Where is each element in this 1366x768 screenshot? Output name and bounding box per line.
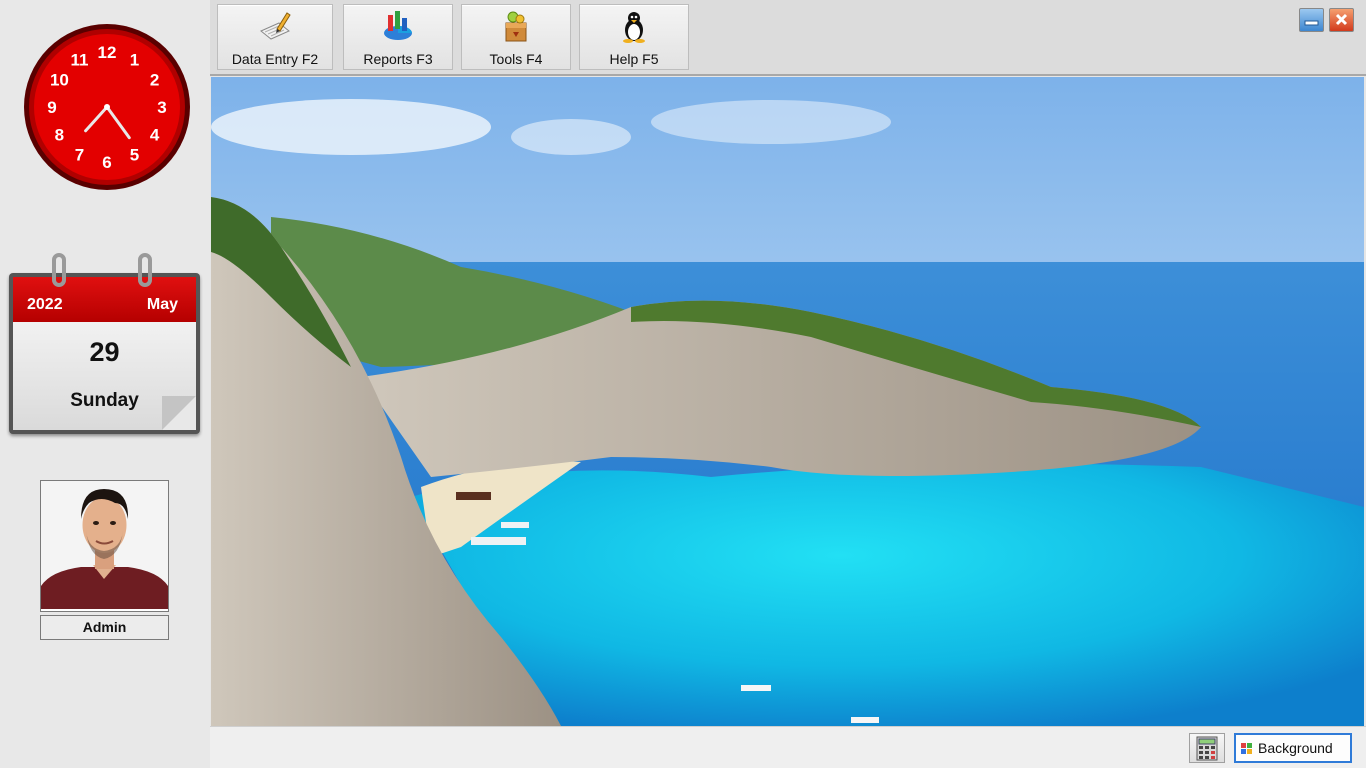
clock-number: 9 [47, 98, 56, 117]
page-curl [162, 396, 196, 430]
reports-icon [384, 11, 412, 40]
close-button[interactable] [1329, 8, 1354, 32]
calculator-icon [1196, 736, 1218, 761]
status-bar: Background [210, 726, 1366, 768]
data-entry-button[interactable]: Data Entry F2 [217, 4, 333, 70]
clock-number: 3 [157, 98, 166, 117]
help-button[interactable]: Help F5 [579, 4, 689, 70]
left-panel: 12 1 2 3 4 5 6 7 8 9 10 11 2022 May 29 Sunday [0, 0, 210, 768]
minimize-icon [1304, 20, 1319, 26]
user-avatar[interactable] [40, 480, 169, 612]
clock-number: 7 [75, 146, 84, 165]
calculator-button[interactable] [1189, 733, 1225, 763]
clock-number: 10 [50, 71, 69, 90]
calendar-day: 29 [89, 337, 120, 367]
main-toolbar: Data Entry F2 Reports F3 Tools F4 Help F… [210, 0, 1366, 76]
reports-button[interactable]: Reports F3 [343, 4, 453, 70]
tools-button[interactable]: Tools F4 [461, 4, 571, 70]
help-icon [623, 12, 645, 43]
data-entry-icon [260, 12, 291, 40]
clock-number: 1 [130, 50, 139, 69]
user-name-label: Admin [40, 615, 169, 640]
data-entry-label: Data Entry F2 [231, 51, 319, 67]
binder-ring-icon [52, 253, 66, 287]
background-button[interactable]: Background [1234, 733, 1352, 763]
background-label: Background [1258, 740, 1333, 756]
color-grid-icon [1241, 743, 1252, 754]
calendar-header: 2022 May [13, 277, 196, 322]
close-icon [1335, 13, 1348, 26]
clock-number: 11 [71, 50, 89, 69]
clock-number: 12 [98, 43, 117, 62]
background-picture [211, 77, 1364, 726]
analog-clock: 12 12 3 45678 9 1011 [24, 24, 190, 190]
calendar-year: 2022 [27, 296, 63, 313]
tools-label: Tools F4 [489, 51, 543, 67]
binder-ring-icon [138, 253, 152, 287]
clock-number: 8 [55, 126, 64, 145]
tools-icon [505, 11, 527, 42]
user-photo [41, 481, 168, 611]
clock-number: 4 [150, 126, 160, 145]
clock-number: 6 [102, 153, 111, 172]
calendar-month: May [146, 296, 178, 313]
clock-number: 2 [150, 71, 159, 90]
clock-number: 5 [130, 146, 139, 165]
reports-label: Reports F3 [363, 51, 433, 67]
calendar-widget: 2022 May 29 Sunday [9, 253, 200, 434]
minimize-button[interactable] [1299, 8, 1324, 32]
help-label: Help F5 [609, 51, 659, 67]
